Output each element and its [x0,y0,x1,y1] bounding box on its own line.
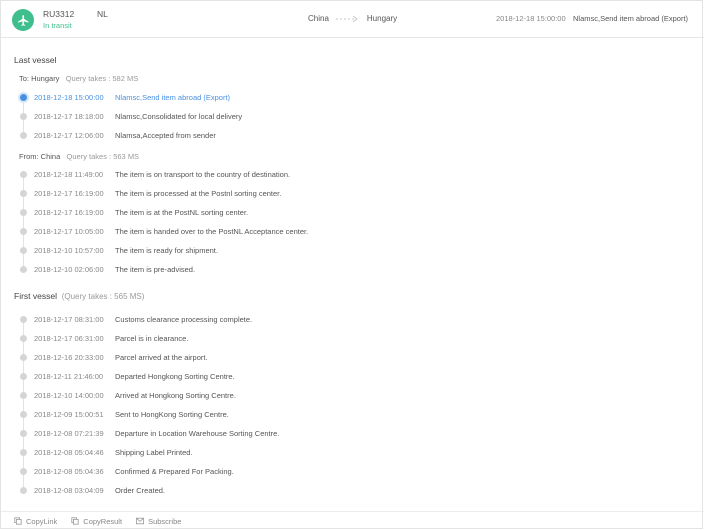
event-time: 2018-12-17 18:18:00 [34,112,104,121]
timeline-event: 2018-12-17 08:31:00 Customs clearance pro… [1,314,701,326]
copy-icon [71,517,79,525]
airplane-icon [12,9,34,31]
last-vessel-title: Last vessel [14,55,57,65]
subscribe-button[interactable]: Subscribe [136,517,181,526]
event-description: The item is processed at the Postnl sort… [115,189,282,198]
event-description: Shipping Label Printed. [115,448,193,457]
timeline-dot [20,247,27,254]
event-time: 2018-12-18 15:00:00 [34,93,104,102]
event-description: Arrived at Hongkong Sorting Centre. [115,391,236,400]
event-description: Departed Hongkong Sorting Centre. [115,372,235,381]
copy-result-button[interactable]: CopyResult [71,517,122,526]
link-icon [14,517,22,525]
event-description: The item is handed over to the PostNL Ac… [115,227,309,236]
timeline-dot [20,354,27,361]
copy-link-button[interactable]: CopyLink [14,517,57,526]
event-time: 2018-12-08 05:04:36 [34,467,104,476]
event-time: 2018-12-17 10:05:00 [34,227,104,236]
event-description: Nlamsc,Send item abroad (Export) [115,93,231,102]
event-time: 2018-12-10 14:00:00 [34,391,104,400]
timeline-dot [20,266,27,273]
event-time: 2018-12-09 15:00:51 [34,410,104,419]
timeline-dot [20,487,27,494]
event-time: 2018-12-17 12:06:00 [34,131,104,140]
timeline-dot [20,228,27,235]
event-description: Confirmed & Prepared For Packing. [115,467,234,476]
timeline-event: 2018-12-17 06:31:00 Parcel is in clearanc… [1,333,701,345]
event-time: 2018-12-17 16:19:00 [34,189,104,198]
tracking-header: RU3312 NL In transit China Hungary 2018-… [1,1,704,38]
origin-country: China [308,14,329,23]
timeline-event: 2018-12-17 12:06:00 Nlamsa,Accepted from … [1,130,701,142]
timeline-event: 2018-12-18 11:49:00 The item is on transp… [1,169,701,181]
latest-event-desc: Nlamsc,Send item abroad (Export) [573,14,689,23]
timeline-event: 2018-12-10 14:00:00 Arrived at Hongkong S… [1,390,701,402]
event-time: 2018-12-10 10:57:00 [34,246,104,255]
event-description: Order Created. [115,486,166,495]
route: China Hungary [308,14,397,23]
timeline-event: 2018-12-17 18:18:00 Nlamsc,Consolidated f… [1,111,701,123]
event-description: Parcel is in clearance. [115,334,189,343]
timeline-dot [20,373,27,380]
timeline-event: 2018-12-11 21:46:00 Departed Hongkong Sor… [1,371,701,383]
event-description: The item is at the PostNL sorting center… [115,208,249,217]
event-description: The item is on transport to the country … [115,170,291,179]
event-time: 2018-12-08 03:04:09 [34,486,104,495]
timeline-dot [20,468,27,475]
event-description: Nlamsc,Consolidated for local delivery [115,112,243,121]
timeline-dot [20,392,27,399]
destination-code: NL [97,9,108,19]
timeline-event: 2018-12-17 16:19:00 The item is at the Po… [1,207,701,219]
timeline-event: 2018-12-17 10:05:00 The item is handed ov… [1,226,701,238]
status-badge: In transit [43,21,72,30]
timeline-event: 2018-12-10 02:06:00 The item is pre-advis… [1,264,701,276]
event-description: The item is pre-advised. [115,265,196,274]
event-time: 2018-12-17 16:19:00 [34,208,104,217]
timeline-event: 2018-12-17 16:19:00 The item is processed… [1,188,701,200]
timeline-dot [20,430,27,437]
timeline-dot [20,113,27,120]
event-description: Sent to HongKong Sorting Centre. [115,410,229,419]
event-time: 2018-12-08 07:21:39 [34,429,104,438]
timeline-dot [20,411,27,418]
mail-icon [136,517,145,525]
group-label-from: From: China Query takes : 563 MS [19,152,140,161]
event-description: The item is ready for shipment. [115,246,218,255]
tracking-number: RU3312 [43,9,75,19]
event-time: 2018-12-17 06:31:00 [34,334,104,343]
timeline-dot [20,335,27,342]
timeline-dot-active [20,94,27,101]
event-time: 2018-12-08 05:04:46 [34,448,104,457]
timeline-dot [20,190,27,197]
event-time: 2018-12-10 02:06:00 [34,265,104,274]
timeline-event: 2018-12-08 05:04:36 Confirmed & Prepared … [1,466,701,478]
timeline-event: 2018-12-08 05:04:46 Shipping Label Printe… [1,447,701,459]
timeline-dot [20,449,27,456]
timeline-event: 2018-12-08 07:21:39 Departure in Location… [1,428,701,440]
event-description: Parcel arrived at the airport. [115,353,208,362]
route-arrow-icon [335,15,358,22]
timeline-dot [20,132,27,139]
timeline-event: 2018-12-18 15:00:00 Nlamsc,Send item abro… [1,92,701,104]
latest-event-time: 2018-12-18 15:00:00 [496,14,566,23]
timeline-event: 2018-12-09 15:00:51 Sent to HongKong Sort… [1,409,701,421]
group-label-to: To: Hungary Query takes : 582 MS [19,74,139,83]
event-time: 2018-12-18 11:49:00 [34,170,104,179]
timeline-dot [20,316,27,323]
event-description: Customs clearance processing complete. [115,315,253,324]
event-time: 2018-12-16 20:33:00 [34,353,104,362]
destination-country: Hungary [366,14,398,23]
action-bar: CopyLink CopyResult Subscribe [1,511,704,530]
timeline-event: 2018-12-10 10:57:00 The item is ready for… [1,245,701,257]
event-time: 2018-12-11 21:46:00 [34,372,104,381]
timeline-event: 2018-12-16 20:33:00 Parcel arrived at the… [1,352,701,364]
timeline-event: 2018-12-08 03:04:09 Order Created. [1,485,701,497]
event-description: Nlamsa,Accepted from sender [115,131,216,140]
event-description: Departure in Location Warehouse Sorting … [115,429,280,438]
first-vessel-title: First vessel (Query takes : 565 MS) [14,291,145,301]
timeline-dot [20,171,27,178]
timeline-dot [20,209,27,216]
event-time: 2018-12-17 08:31:00 [34,315,104,324]
tracking-card: RU3312 NL In transit China Hungary 2018-… [0,0,704,530]
